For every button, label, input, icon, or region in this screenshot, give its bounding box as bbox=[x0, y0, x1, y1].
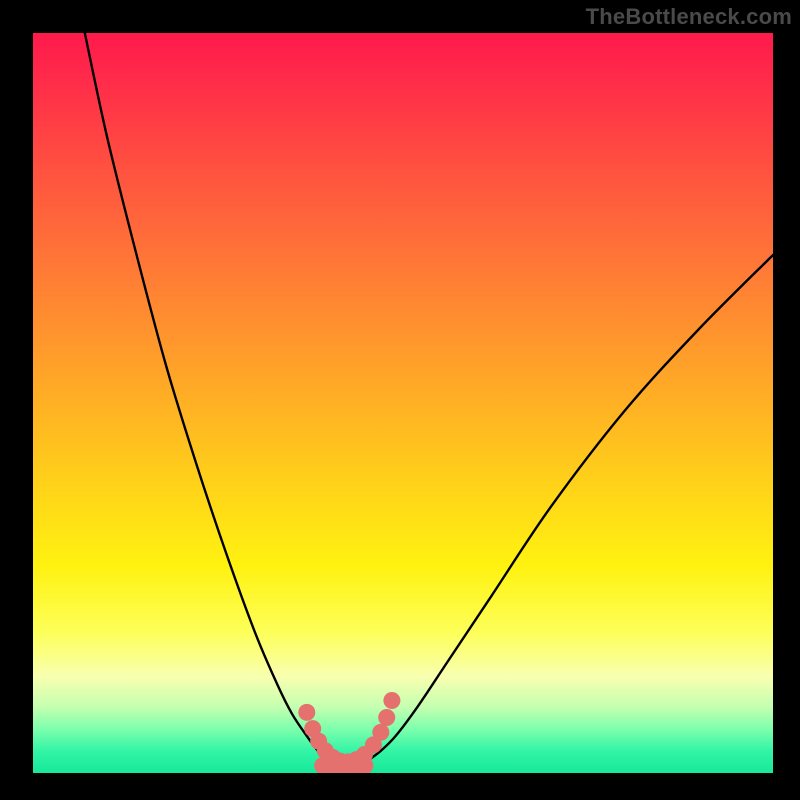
right-curve bbox=[366, 255, 773, 762]
marker-dot bbox=[372, 724, 389, 741]
valley-markers bbox=[298, 692, 400, 770]
chart-svg bbox=[33, 33, 773, 773]
watermark-text: TheBottleneck.com bbox=[586, 4, 792, 30]
chart-frame: TheBottleneck.com bbox=[0, 0, 800, 800]
marker-dot bbox=[383, 692, 400, 709]
marker-dot bbox=[298, 704, 315, 721]
left-curve bbox=[85, 33, 329, 762]
plot-area bbox=[33, 33, 773, 773]
marker-dot bbox=[378, 709, 395, 726]
